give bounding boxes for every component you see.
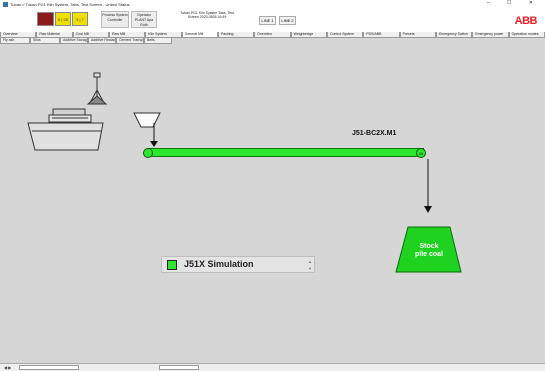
grab-crane-icon: [86, 72, 108, 105]
stockpile-label-line2: pile coal: [414, 251, 443, 258]
simulation-panel[interactable]: J51X Simulation ▲ ▼: [161, 256, 315, 273]
scroll-arrows-icon[interactable]: ▲ ▼: [308, 258, 312, 272]
discharge-line: [424, 159, 432, 213]
hopper-icon: [133, 112, 161, 147]
simulation-label: J51X Simulation: [184, 259, 254, 269]
conveyor-belt-j51-bc2x[interactable]: [147, 148, 424, 157]
status-field-1[interactable]: [19, 365, 80, 370]
status-field-2[interactable]: [159, 365, 200, 370]
conveyor-label: J51-BC2X.M1: [352, 130, 397, 137]
stockpile-label-line1: Stock: [419, 243, 439, 250]
conveyor-motor-indicator[interactable]: M: [416, 148, 426, 158]
stockpile-label: Stock pile coal: [406, 243, 452, 259]
ship-icon: [27, 108, 104, 151]
process-graphics: [27, 72, 462, 273]
status-bar: ◀ ▶: [0, 363, 545, 371]
status-icons[interactable]: ◀ ▶: [4, 365, 11, 370]
simulation-status-led: [167, 260, 177, 270]
conveyor-tail-pulley[interactable]: [143, 148, 153, 158]
